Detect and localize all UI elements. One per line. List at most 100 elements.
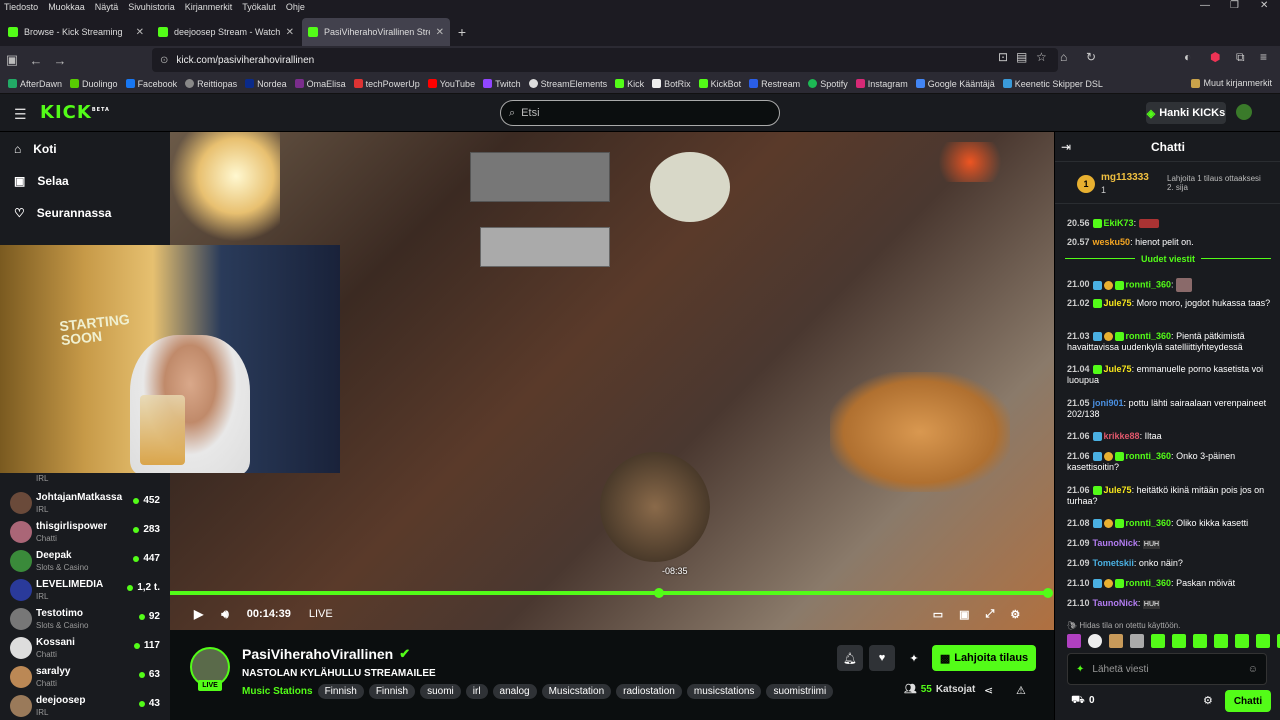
site-info-icon[interactable]: ⊙ <box>160 55 168 66</box>
extensions-icon[interactable]: ⧉ <box>1236 50 1245 65</box>
play-icon[interactable]: ▶ <box>194 607 203 621</box>
volume-icon[interactable]: 🔊︎ <box>221 607 229 622</box>
sidebar-item-following[interactable]: ♡ Seurannassa <box>14 206 111 220</box>
msg-user[interactable]: Jule75 <box>1104 364 1132 374</box>
bookmark-item[interactable]: Kick <box>615 79 644 89</box>
channel-item[interactable]: JohtajanMatkassa IRL 452 <box>8 490 164 518</box>
bookmark-item[interactable]: Spotify <box>808 79 848 89</box>
sparkle-button[interactable]: ✦ <box>901 645 927 671</box>
emote-icon[interactable] <box>1214 634 1228 648</box>
back-icon[interactable]: ← <box>24 53 48 68</box>
tag[interactable]: Finnish <box>368 684 416 699</box>
kick-logo[interactable]: KICKBETA <box>40 102 110 123</box>
gift-subscription-button[interactable]: ▩ Lahjoita tilaus <box>932 645 1036 671</box>
tag[interactable]: Finnish <box>317 684 364 699</box>
menu-icon[interactable]: ≡ <box>1260 50 1267 64</box>
bookmark-item[interactable]: Instagram <box>855 79 908 89</box>
other-bookmarks[interactable]: Muut kirjanmerkit <box>1191 78 1272 88</box>
msg-user[interactable]: Jule75 <box>1104 485 1132 495</box>
bookmark-item[interactable]: YouTube <box>427 79 475 89</box>
tag[interactable]: radiostation <box>616 684 682 699</box>
browser-tab-deejoosep[interactable]: deejoosep Stream - Watch ✕ <box>152 18 300 46</box>
channel-item[interactable]: Deepak Slots & Casino 447 <box>8 548 164 576</box>
bookmark-item[interactable]: Twitch <box>483 79 521 89</box>
browser-tab-pasi[interactable]: PasiViherahoVirallinen Stream - ✕ <box>302 18 450 46</box>
screenshot-icon[interactable]: ⊡ <box>998 50 1008 64</box>
emote-icon[interactable] <box>1151 634 1165 648</box>
search-input[interactable]: ⌕ Etsi <box>500 100 780 126</box>
channel-item[interactable]: deejoosep IRL 43 <box>8 693 164 720</box>
close-tab-icon[interactable]: ✕ <box>286 27 294 38</box>
msg-user[interactable]: ronnti_360 <box>1126 331 1172 341</box>
emote-icon[interactable] <box>1130 634 1144 648</box>
home-icon[interactable]: ⌂ <box>1060 50 1067 64</box>
sidebar-item-home[interactable]: ⌂ Koti <box>14 142 57 156</box>
send-chat-button[interactable]: Chatti <box>1225 690 1271 712</box>
address-bar[interactable]: ⊙ kick.com/pasiviherahovirallinen <box>152 48 1058 72</box>
fullscreen-icon[interactable]: ⤢ <box>986 608 995 621</box>
hamburger-menu-icon[interactable]: ☰ <box>14 106 27 123</box>
close-tab-icon[interactable]: ✕ <box>136 27 144 38</box>
bookmark-item[interactable]: OmaElisa <box>294 79 346 89</box>
forward-icon[interactable]: → <box>48 53 72 68</box>
progress-handle[interactable] <box>1043 588 1053 598</box>
msg-user[interactable]: EkiK73 <box>1104 218 1134 228</box>
bookmark-item[interactable]: Keenetic Skipper DSL <box>1002 79 1103 89</box>
settings-icon[interactable]: ⚙ <box>1010 608 1020 621</box>
menu-tools[interactable]: Työkalut <box>238 0 282 14</box>
maximize-icon[interactable]: ❐ <box>1230 0 1239 11</box>
tag[interactable]: irl <box>465 684 488 699</box>
bookmark-item[interactable]: BotRix <box>652 79 691 89</box>
bookmark-item[interactable]: Reittiopas <box>185 79 237 89</box>
msg-user[interactable]: krikke88 <box>1104 431 1140 441</box>
menu-bookmarks[interactable]: Kirjanmerkit <box>181 0 239 14</box>
channel-item[interactable]: saralyy Chatti 63 <box>8 664 164 692</box>
follow-button[interactable]: ♥ <box>869 645 895 671</box>
emote-icon[interactable] <box>1067 634 1081 648</box>
msg-user[interactable]: TaunoNick <box>1093 538 1138 548</box>
extension-icon[interactable]: ◐ <box>1184 50 1191 64</box>
channel-item[interactable]: thisgirlispower Chatti 283 <box>8 519 164 547</box>
user-avatar[interactable] <box>1236 104 1252 120</box>
channel-item[interactable]: Testotimo Slots & Casino 92 <box>8 606 164 634</box>
browser-tab-browse[interactable]: Browse - Kick Streaming ✕ <box>2 18 150 46</box>
bookmark-item[interactable]: Duolingo <box>70 79 118 89</box>
msg-user[interactable]: joni901 <box>1093 398 1124 408</box>
get-kicks-button[interactable]: ◈ Hanki KICKs <box>1146 102 1226 124</box>
menu-history[interactable]: Sivuhistoria <box>124 0 181 14</box>
msg-user[interactable]: ronnti_360 <box>1126 578 1172 588</box>
emoji-icon[interactable]: ☺ <box>1248 664 1258 675</box>
channel-item[interactable]: LEVELIMEDIA IRL 1,2 t. <box>8 577 164 605</box>
emote-icon[interactable] <box>1193 634 1207 648</box>
tag[interactable]: analog <box>492 684 537 699</box>
sidebar-item-browse[interactable]: ▣ Selaa <box>14 174 69 188</box>
tag[interactable]: musicstations <box>686 684 762 699</box>
bookmark-item[interactable]: Google Kääntäjä <box>915 79 995 89</box>
bookmark-item[interactable]: KickBot <box>698 79 741 89</box>
theater-mode-icon[interactable]: ▣ <box>959 608 969 621</box>
emote-icon[interactable] <box>1109 634 1123 648</box>
msg-user[interactable]: Jule75 <box>1104 298 1132 308</box>
menu-edit[interactable]: Muokkaa <box>44 0 91 14</box>
bookmark-item[interactable]: Nordea <box>245 79 287 89</box>
seek-cursor[interactable] <box>654 588 664 598</box>
chat-settings-icon[interactable]: ⚙ <box>1203 694 1213 707</box>
msg-user[interactable]: ronnti_360 <box>1126 518 1172 528</box>
tag[interactable]: suomi <box>420 684 461 699</box>
bookmark-item[interactable]: Facebook <box>125 79 177 89</box>
menu-help[interactable]: Ohje <box>282 0 311 14</box>
leader-name[interactable]: mg113333 <box>1101 172 1149 183</box>
bookmark-item[interactable]: AfterDawn <box>8 79 62 89</box>
chat-input[interactable]: ✦ Lähetä viesti ☺ <box>1067 653 1267 685</box>
channel-name[interactable]: PasiViherahoVirallinen <box>242 646 393 662</box>
menu-file[interactable]: Tiedosto <box>0 0 44 14</box>
notification-bell-button[interactable]: 🔔︎ <box>837 645 863 671</box>
reload-icon[interactable]: ↻ <box>1086 50 1096 64</box>
progress-bar[interactable] <box>170 591 1050 595</box>
channel-item[interactable]: Kossani Chatti 117 <box>8 635 164 663</box>
msg-user[interactable]: ronnti_360 <box>1126 451 1172 461</box>
ublock-icon[interactable]: ⬢ <box>1210 50 1220 64</box>
clip-icon[interactable]: ▭ <box>933 608 943 621</box>
reader-icon[interactable]: ▤ <box>1016 50 1027 64</box>
msg-user[interactable]: TaunoNick <box>1093 598 1138 608</box>
